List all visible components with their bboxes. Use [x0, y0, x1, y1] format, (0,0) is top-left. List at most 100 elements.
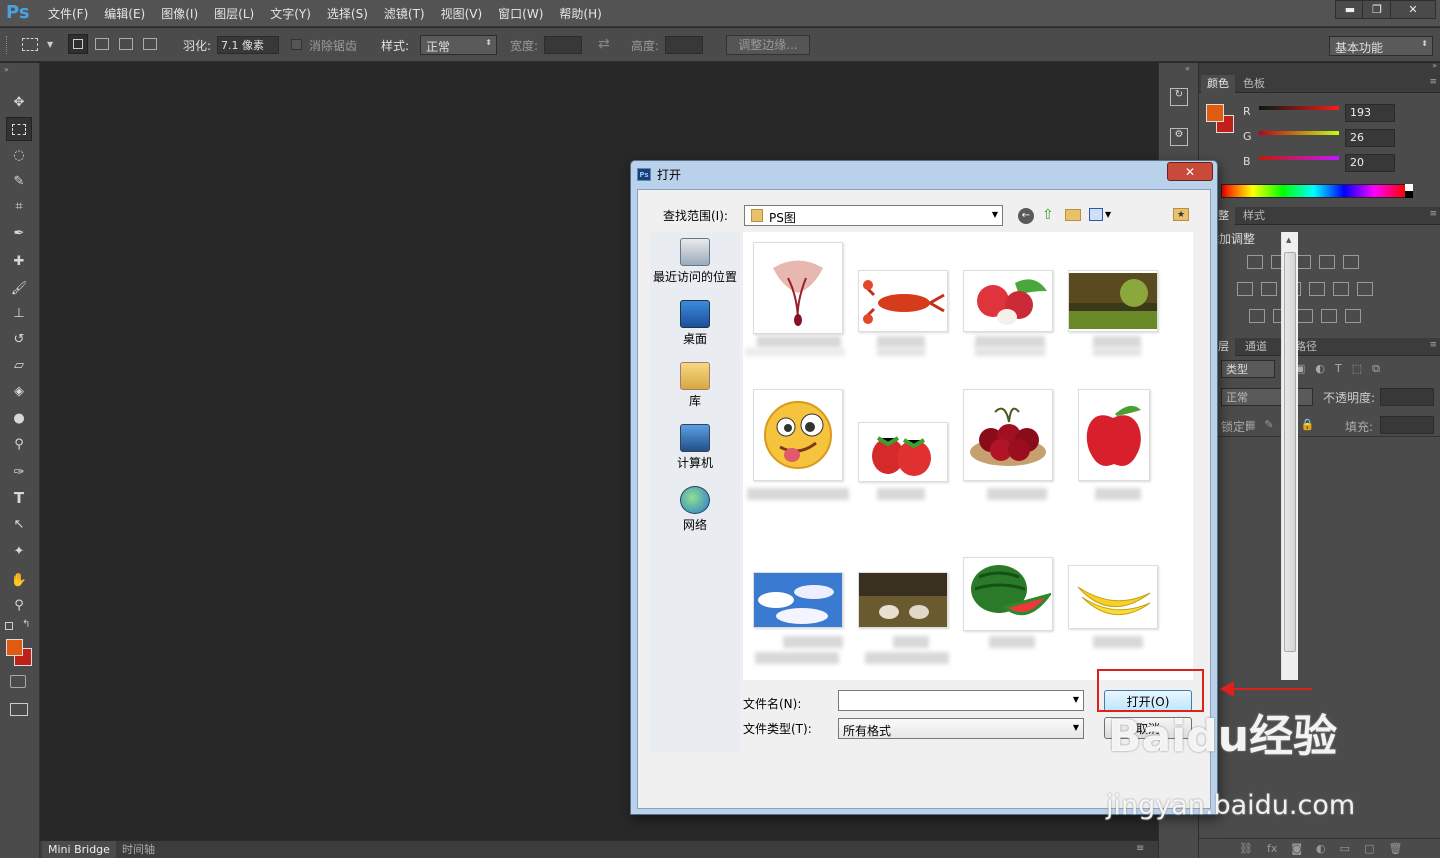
healing-brush-tool-icon[interactable]: ✚ [6, 249, 32, 273]
tab-swatches[interactable]: 色板 [1237, 75, 1271, 93]
file-thumbnail[interactable] [963, 389, 1053, 481]
file-thumbnail[interactable] [753, 242, 843, 334]
file-thumbnail[interactable] [1078, 389, 1150, 481]
adjustment-icon[interactable]: ◐ [1316, 842, 1326, 855]
swap-icon[interactable]: ⇄ [598, 36, 610, 52]
zoom-tool-icon[interactable]: ⚲ [6, 593, 32, 617]
smart-filter-icon[interactable]: ⧉ [1372, 362, 1380, 376]
gradient-map-icon[interactable] [1345, 309, 1361, 323]
trash-icon[interactable]: 🗑 [1388, 842, 1402, 855]
quick-mask-icon[interactable] [10, 675, 26, 688]
history-panel-icon[interactable]: ↻ [1170, 88, 1188, 106]
back-icon[interactable]: ← [1018, 208, 1034, 224]
menu-filter[interactable]: 滤镜(T) [376, 5, 433, 22]
pen-tool-icon[interactable]: ✑ [6, 460, 32, 484]
brush-tool-icon[interactable]: 🖌 [6, 276, 32, 300]
view-menu-icon[interactable] [1089, 208, 1103, 221]
selective-color-icon[interactable] [1321, 309, 1337, 323]
type-tool-icon[interactable]: T [6, 486, 32, 510]
marquee-tool-icon[interactable] [6, 117, 32, 141]
menu-file[interactable]: 文件(F) [40, 5, 96, 22]
b-slider[interactable] [1259, 156, 1339, 160]
file-thumbnail[interactable] [753, 389, 843, 481]
paint-bucket-tool-icon[interactable]: ◈ [6, 379, 32, 403]
look-in-select[interactable]: PS图 ▼ [744, 205, 1003, 226]
workspace-select[interactable]: 基本功能 ⬍ [1329, 36, 1433, 56]
opacity-input[interactable] [1380, 388, 1434, 406]
color-spectrum[interactable] [1221, 184, 1406, 198]
vibrance-icon[interactable] [1343, 255, 1359, 269]
b-value[interactable]: 20 [1345, 154, 1395, 172]
place-desktop[interactable]: 桌面 [650, 300, 740, 347]
adjust-filter-icon[interactable]: ◐ [1315, 362, 1325, 376]
chevron-down-icon[interactable]: ▼ [1105, 210, 1111, 219]
tab-styles[interactable]: 样式 [1237, 207, 1271, 225]
fill-input[interactable] [1380, 416, 1434, 434]
r-slider[interactable] [1259, 106, 1339, 110]
place-computer[interactable]: 计算机 [650, 424, 740, 471]
invert-icon[interactable] [1249, 309, 1265, 323]
width-input[interactable] [544, 36, 582, 54]
balance-icon[interactable] [1261, 282, 1277, 296]
subtract-selection-icon[interactable] [119, 38, 133, 50]
path-select-tool-icon[interactable]: ↖ [6, 512, 32, 536]
link-icon[interactable]: ⛓ [1239, 842, 1253, 855]
blend-mode-select[interactable]: 正常 [1221, 388, 1313, 406]
panel-menu-icon[interactable]: ≡ [1429, 209, 1437, 219]
collapse-icon[interactable]: » [4, 65, 9, 74]
lock-all-icon[interactable]: 🔒 [1301, 418, 1315, 431]
minimize-button[interactable]: ▬ [1335, 0, 1365, 19]
shape-filter-icon[interactable]: ⬚ [1352, 362, 1362, 376]
tab-timeline[interactable]: 时间轴 [116, 841, 161, 858]
tab-channels[interactable]: 通道 [1239, 338, 1273, 356]
photo-filter-icon[interactable] [1309, 282, 1325, 296]
hue-icon[interactable] [1237, 282, 1253, 296]
menu-window[interactable]: 窗口(W) [490, 5, 551, 22]
favorites-icon[interactable]: ★ [1173, 208, 1189, 221]
feather-input[interactable]: 7.1 像素 [217, 36, 279, 54]
place-recent[interactable]: 最近访问的位置 [650, 238, 740, 285]
brightness-icon[interactable] [1247, 255, 1263, 269]
collapse-icon[interactable]: « [1185, 64, 1190, 73]
fx-icon[interactable]: fx [1267, 842, 1277, 855]
eyedropper-tool-icon[interactable]: ✒ [6, 221, 32, 245]
file-thumbnail[interactable] [963, 557, 1053, 631]
add-selection-icon[interactable] [95, 38, 109, 50]
close-button[interactable]: ✕ [1390, 0, 1436, 19]
threshold-icon[interactable] [1297, 309, 1313, 323]
move-tool-icon[interactable]: ✥ [6, 90, 32, 114]
new-folder-icon[interactable] [1065, 209, 1081, 221]
g-value[interactable]: 26 [1345, 129, 1395, 147]
menu-edit[interactable]: 编辑(E) [96, 5, 153, 22]
layer-filter-select[interactable]: 类型 [1221, 360, 1275, 378]
foreground-color-swatch[interactable] [6, 639, 23, 656]
filetype-select[interactable]: 所有格式 ▼ [838, 718, 1084, 739]
black-white-ramp[interactable] [1405, 184, 1413, 198]
blur-tool-icon[interactable]: ● [6, 406, 32, 430]
folder-icon[interactable]: ▭ [1340, 842, 1350, 855]
place-library[interactable]: 库 [650, 362, 740, 409]
file-thumbnail[interactable] [963, 270, 1053, 332]
file-thumbnail[interactable] [1068, 565, 1158, 629]
file-thumbnail[interactable] [753, 572, 843, 628]
place-network[interactable]: 网络 [650, 486, 740, 533]
restore-button[interactable]: ❐ [1362, 0, 1392, 19]
new-layer-icon[interactable]: ▢ [1364, 842, 1374, 855]
file-thumbnail[interactable] [858, 572, 948, 628]
mask-icon[interactable]: ◙ [1291, 842, 1302, 855]
dodge-tool-icon[interactable]: ⚲ [6, 432, 32, 456]
eraser-tool-icon[interactable]: ▱ [6, 353, 32, 377]
intersect-selection-icon[interactable] [143, 38, 157, 50]
screen-mode-icon[interactable] [10, 703, 28, 716]
collapse-icon[interactable]: » [1432, 61, 1437, 70]
menu-select[interactable]: 选择(S) [319, 5, 376, 22]
file-list-scrollbar[interactable]: ▲ [1281, 232, 1298, 680]
tab-color[interactable]: 颜色 [1201, 75, 1235, 93]
file-thumbnail[interactable] [858, 422, 948, 482]
tab-mini-bridge[interactable]: Mini Bridge [42, 841, 116, 858]
panel-menu-icon[interactable]: ≡ [1429, 340, 1437, 350]
file-thumbnail[interactable] [1068, 270, 1158, 332]
lock-transparent-icon[interactable]: ▦ [1245, 418, 1255, 431]
swap-colors-icon[interactable]: ↰ [22, 619, 30, 630]
dialog-close-button[interactable]: ✕ [1167, 162, 1213, 181]
